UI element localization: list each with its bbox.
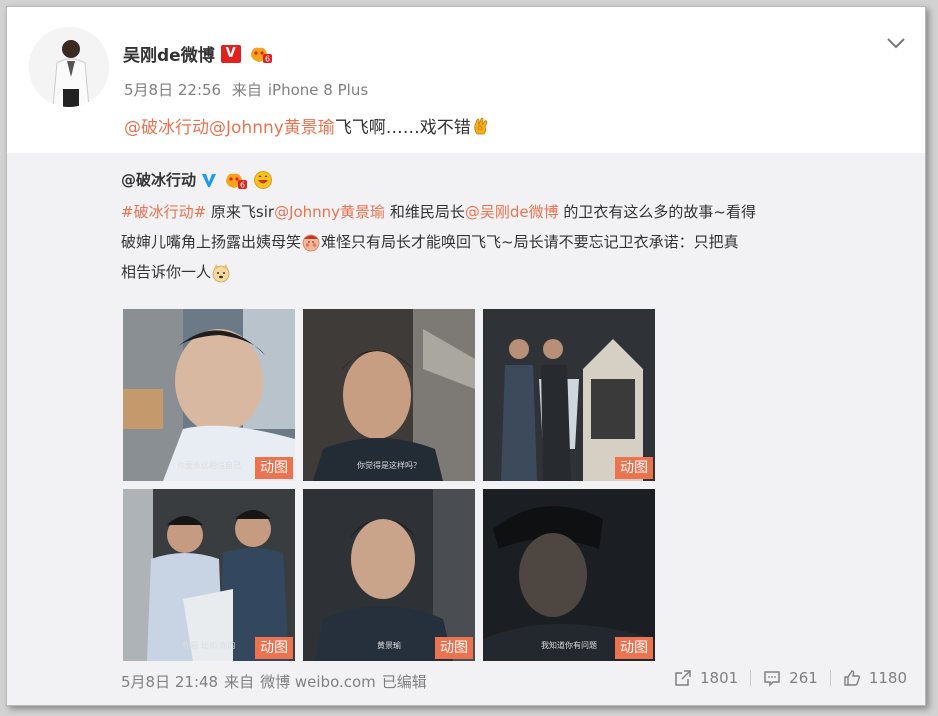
original-meta: 5月8日 21:48 来自 微博 weibo.com 已编辑 bbox=[121, 671, 427, 692]
gif-grid: 你要永远相信自己 动图 你觉得是这样吗？ 动图 你看 比如 你的 动图 黄景瑜 … bbox=[123, 309, 655, 661]
divider bbox=[750, 670, 752, 686]
original-source-prefix: 来自 bbox=[224, 673, 255, 691]
gif-badge: 动图 bbox=[255, 457, 293, 479]
mention-link[interactable]: @Johnny黄景瑜 bbox=[274, 203, 385, 221]
gif-thumbnail[interactable]: 你看 比如 你的 动图 bbox=[123, 489, 295, 661]
author-avatar[interactable] bbox=[29, 27, 109, 107]
svg-text:6: 6 bbox=[240, 180, 245, 189]
blue-verified-icon[interactable] bbox=[201, 172, 217, 188]
like-icon bbox=[844, 670, 860, 686]
gif-thumbnail[interactable]: 黄景瑜 动图 bbox=[303, 489, 475, 661]
original-text-line-1: #破冰行动# 原来飞sir@Johnny黄景瑜 和维民局长@吴刚de微博 的卫衣… bbox=[121, 197, 901, 227]
member-badge-icon[interactable]: 6 bbox=[222, 170, 248, 190]
doge-emoji bbox=[212, 263, 230, 282]
repost-count: 1801 bbox=[699, 669, 739, 687]
original-text: #破冰行动# 原来飞sir@Johnny黄景瑜 和维民局长@吴刚de微博 的卫衣… bbox=[121, 197, 901, 287]
original-text-line-2: 破婶儿嘴角上扬露出姨母笑 难怪只有局长才能唤回飞飞~局长请不要忘记卫衣承诺：只把真 bbox=[121, 227, 901, 257]
ok-hand-emoji bbox=[474, 117, 488, 134]
gif-thumbnail[interactable]: 你觉得是这样吗？ bbox=[303, 309, 475, 481]
original-text-line-3: 相告诉你一人 bbox=[121, 257, 901, 287]
action-bar: 1801 261 1180 bbox=[674, 669, 907, 687]
mention-link[interactable]: @吴刚de微博 bbox=[465, 203, 559, 221]
post-mention[interactable]: @破冰行动@Johnny黄景瑜 bbox=[124, 113, 335, 138]
gif-thumbnail[interactable]: 我知道你有问题 动图 bbox=[483, 489, 655, 661]
author-name[interactable]: 吴刚de微博 bbox=[123, 41, 215, 66]
gif-thumbnail[interactable]: 动图 bbox=[483, 309, 655, 481]
comment-button[interactable]: 261 bbox=[763, 669, 818, 687]
gif-caption: 你觉得是这样吗？ bbox=[357, 461, 421, 470]
original-source: 微博 weibo.com bbox=[260, 673, 376, 691]
text-segment: 原来飞sir bbox=[206, 203, 275, 221]
like-count: 1180 bbox=[868, 669, 907, 687]
like-button[interactable]: 1180 bbox=[843, 669, 907, 687]
comment-count: 261 bbox=[789, 669, 818, 687]
verified-badge-icon[interactable]: V bbox=[220, 44, 241, 63]
repost-icon bbox=[675, 670, 691, 686]
author-row: 吴刚de微博 V 6 bbox=[123, 41, 273, 66]
original-time[interactable]: 5月8日 21:48 bbox=[121, 671, 218, 692]
gif-badge: 动图 bbox=[615, 637, 653, 659]
repost-button[interactable]: 1801 bbox=[674, 669, 738, 687]
edited-label[interactable]: 已编辑 bbox=[382, 671, 427, 692]
post-source: iPhone 8 Plus bbox=[267, 81, 369, 99]
post-body: 飞飞啊……戏不错 bbox=[334, 118, 471, 138]
grin-emoji bbox=[254, 170, 272, 189]
reposted-weibo: @破冰行动 6 #破冰行动# 原来飞sir@Johnny黄景瑜 和维民局长@吴刚… bbox=[7, 153, 925, 705]
post-meta: 5月8日 22:56 来自 iPhone 8 Plus bbox=[124, 79, 374, 100]
text-segment: 破婶儿嘴角上扬露出姨母笑 bbox=[121, 233, 302, 251]
chevron-down-icon[interactable] bbox=[885, 35, 907, 51]
comment-icon bbox=[764, 671, 780, 687]
text-segment: 的卫衣有这么多的故事~看得 bbox=[558, 203, 756, 221]
post-time[interactable]: 5月8日 22:56 bbox=[124, 81, 221, 99]
post-source-prefix: 来自 bbox=[231, 81, 262, 99]
text-segment: 和维民局长 bbox=[385, 203, 465, 221]
weibo-post-card: 吴刚de微博 V 6 5月8日 22:56 来自 iPhone 8 Plus @破… bbox=[6, 6, 926, 706]
svg-text:6: 6 bbox=[265, 54, 270, 63]
gif-badge: 动图 bbox=[615, 457, 653, 479]
shy-emoji bbox=[302, 234, 320, 251]
gif-thumbnail[interactable]: 你要永远相信自己 动图 bbox=[123, 309, 295, 481]
text-segment: 难怪只有局长才能唤回飞飞~局长请不要忘记卫衣承诺：只把真 bbox=[321, 233, 739, 251]
gif-badge: 动图 bbox=[435, 637, 473, 659]
text-segment: 相告诉你一人 bbox=[121, 263, 212, 281]
divider bbox=[829, 670, 831, 686]
member-badge-icon[interactable]: 6 bbox=[247, 44, 273, 64]
gif-badge: 动图 bbox=[255, 637, 293, 659]
original-author[interactable]: @破冰行动 bbox=[121, 169, 196, 190]
post-text: @破冰行动@Johnny黄景瑜 飞飞啊……戏不错 bbox=[124, 113, 491, 138]
topic-tag[interactable]: #破冰行动# bbox=[121, 203, 206, 221]
original-author-row: @破冰行动 6 bbox=[121, 169, 273, 190]
